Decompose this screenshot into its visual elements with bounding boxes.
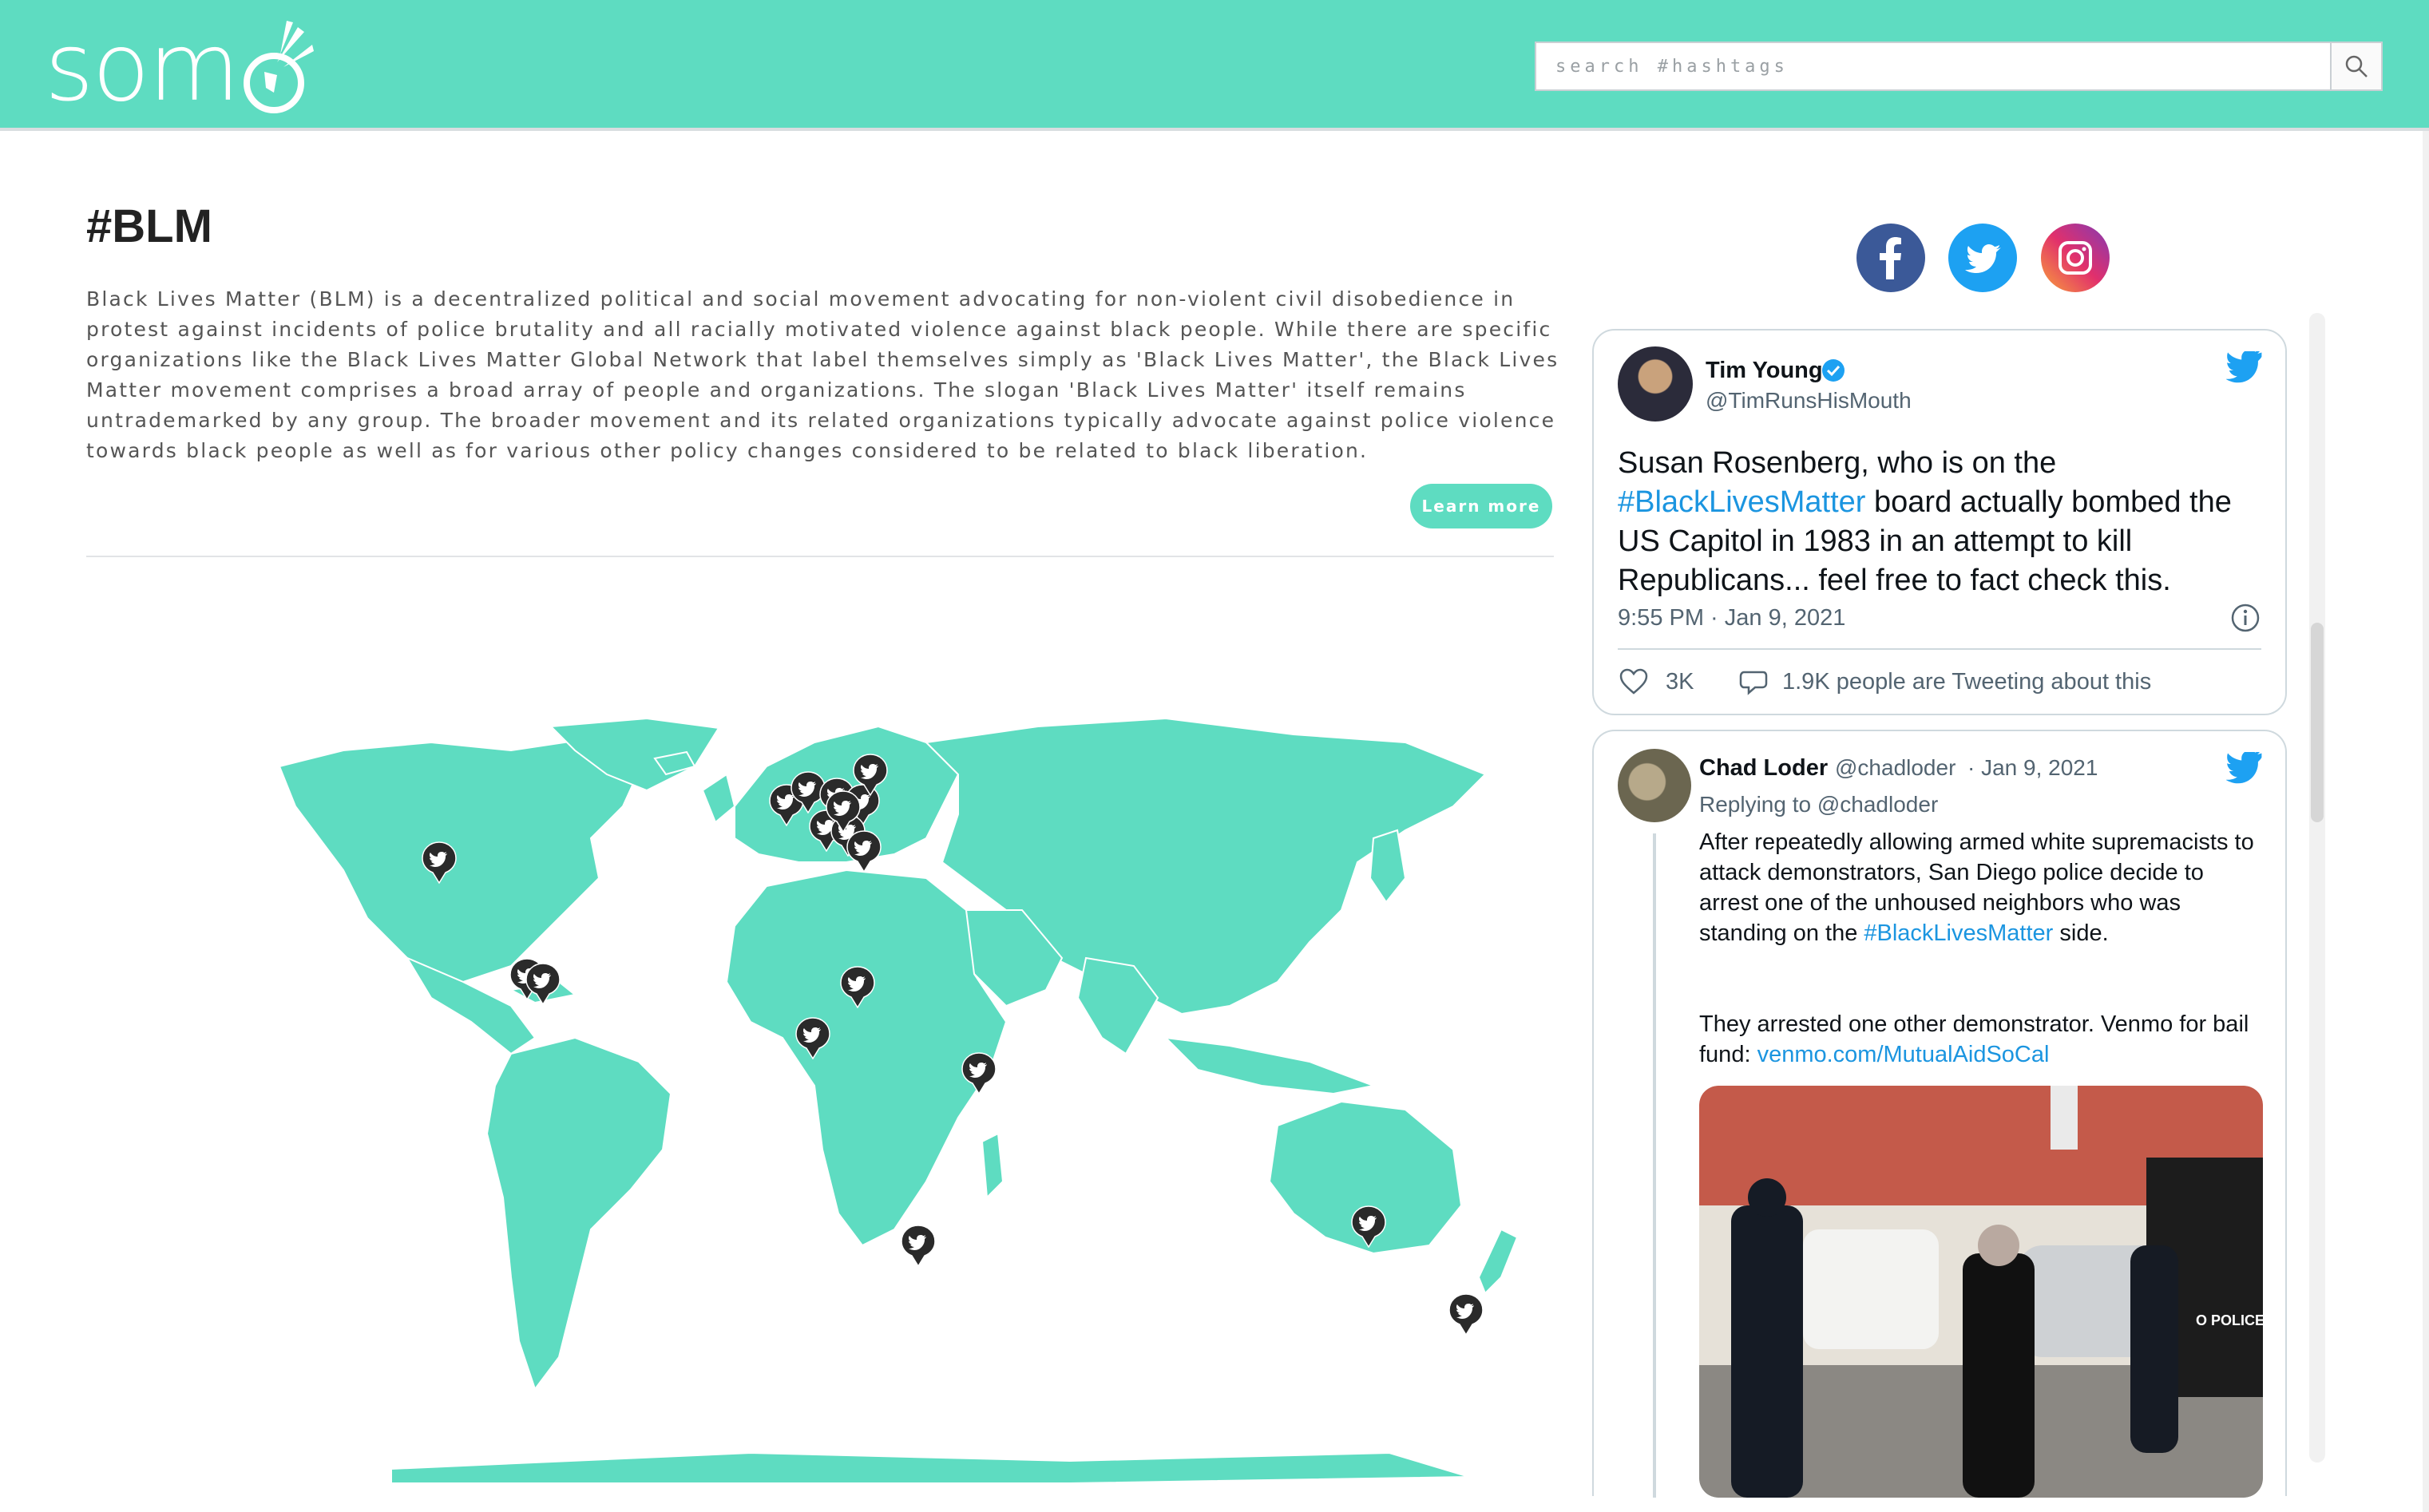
map-north-america xyxy=(278,739,648,984)
map-antarctica xyxy=(390,1451,1470,1484)
twitter-pin-icon xyxy=(846,830,882,873)
twitter-pin-icon xyxy=(1351,1205,1386,1249)
twitter-bird-icon[interactable] xyxy=(2226,752,2263,784)
hashtag-search xyxy=(1535,42,2383,91)
tweet-timestamp[interactable]: 9:55 PM · Jan 9, 2021 xyxy=(1618,605,1845,631)
people-tweeting-link[interactable]: 1.9K people are Tweeting about this xyxy=(1782,669,2151,695)
tweet-author-name[interactable]: Tim Young xyxy=(1706,358,1823,384)
section-divider xyxy=(86,556,1554,557)
map-uk xyxy=(701,773,736,824)
somo-logo[interactable]: som xyxy=(45,16,314,118)
page-title: #BLM xyxy=(86,200,212,252)
map-tweet-pin[interactable] xyxy=(839,965,876,1009)
page-scrollbar-track xyxy=(2423,131,2429,1512)
twitter-pin-icon xyxy=(826,790,861,833)
feed-scrollbar[interactable] xyxy=(2309,313,2325,1463)
topic-description: Black Lives Matter (BLM) is a decentrali… xyxy=(86,287,1559,462)
facebook-icon xyxy=(1880,237,1901,279)
replying-to-label[interactable]: Replying to @chadloder xyxy=(1699,792,1938,817)
heart-icon[interactable] xyxy=(1618,666,1650,698)
top-bar: som xyxy=(0,0,2429,131)
hashtag-link[interactable]: #BlackLivesMatter xyxy=(1618,485,1865,519)
twitter-bird-icon[interactable] xyxy=(2226,351,2263,383)
tweet-card[interactable]: Chad Loder @chadloder · Jan 9, 2021 Repl… xyxy=(1592,730,2287,1498)
map-south-america xyxy=(485,1036,672,1391)
instagram-button[interactable] xyxy=(2041,224,2110,292)
tweet-text-2: They arrested one other demonstrator. Ve… xyxy=(1699,1011,2249,1067)
twitter-pin-icon xyxy=(422,841,457,885)
avatar[interactable] xyxy=(1618,346,1693,422)
twitter-pin-icon xyxy=(961,1052,997,1095)
thread-line xyxy=(1653,833,1656,1498)
map-tweet-pin[interactable] xyxy=(1350,1205,1387,1249)
tweet-text: After repeatedly allowing armed white su… xyxy=(1699,829,2254,946)
verified-badge-icon xyxy=(1822,359,1845,382)
like-count[interactable]: 3K xyxy=(1666,669,1694,695)
twitter-pin-icon xyxy=(840,966,875,1009)
learn-more-button[interactable]: Learn more xyxy=(1410,484,1552,528)
map-tweet-pin[interactable] xyxy=(961,1051,997,1095)
map-tweet-pin[interactable] xyxy=(421,841,458,885)
tweet-card[interactable]: Tim Young @TimRunsHisMouth Susan Rosenbe… xyxy=(1592,329,2287,715)
map-tweet-pin[interactable] xyxy=(825,790,862,833)
tweet-divider xyxy=(1618,648,2261,650)
tweet-author-handle[interactable]: @chadloder xyxy=(1835,755,1955,781)
map-tweet-pin[interactable] xyxy=(525,962,561,1006)
info-icon[interactable] xyxy=(2229,602,2261,634)
twitter-pin-icon xyxy=(795,1017,830,1060)
tweet-text: Susan Rosenberg, who is on the #BlackLiv… xyxy=(1618,446,2232,597)
tweet-photo[interactable]: O POLICE xyxy=(1699,1086,2263,1498)
map-indonesia xyxy=(1163,1036,1377,1095)
instagram-icon xyxy=(2059,241,2092,275)
map-japan xyxy=(1369,829,1407,904)
avatar[interactable] xyxy=(1618,749,1691,822)
search-input[interactable] xyxy=(1536,43,2330,89)
map-tweet-pin[interactable] xyxy=(1448,1292,1484,1336)
twitter-button[interactable] xyxy=(1948,224,2017,292)
tweet-author-name[interactable]: Chad Loder xyxy=(1699,755,1828,782)
twitter-pin-icon xyxy=(901,1225,936,1268)
map-tweet-pin[interactable] xyxy=(794,1016,831,1060)
search-button[interactable] xyxy=(2330,43,2381,89)
logo-o-mark-icon xyxy=(243,21,314,113)
venmo-link[interactable]: venmo.com/MutualAidSoCal xyxy=(1757,1042,2050,1067)
map-madagascar xyxy=(981,1132,1004,1200)
magnifier-icon xyxy=(2345,55,2368,77)
logo-wordmark: som xyxy=(45,12,240,122)
hashtag-link[interactable]: #BlackLivesMatter xyxy=(1864,920,2053,946)
tweet-author-handle[interactable]: @TimRunsHisMouth xyxy=(1706,388,1912,414)
police-door-text: O POLICE xyxy=(2196,1312,2263,1328)
facebook-button[interactable] xyxy=(1856,224,1925,292)
twitter-icon xyxy=(1965,244,2001,273)
map-tweet-pin[interactable] xyxy=(846,829,882,873)
world-map[interactable] xyxy=(271,718,1517,1485)
map-new-zealand xyxy=(1477,1228,1517,1295)
twitter-pin-icon xyxy=(525,963,561,1006)
feed-scrollbar-thumb[interactable] xyxy=(2311,623,2324,822)
tweet-date[interactable]: · Jan 9, 2021 xyxy=(1967,755,2098,781)
reply-bubble-icon[interactable] xyxy=(1738,666,1769,698)
twitter-pin-icon xyxy=(1448,1293,1484,1336)
map-tweet-pin[interactable] xyxy=(900,1224,937,1268)
